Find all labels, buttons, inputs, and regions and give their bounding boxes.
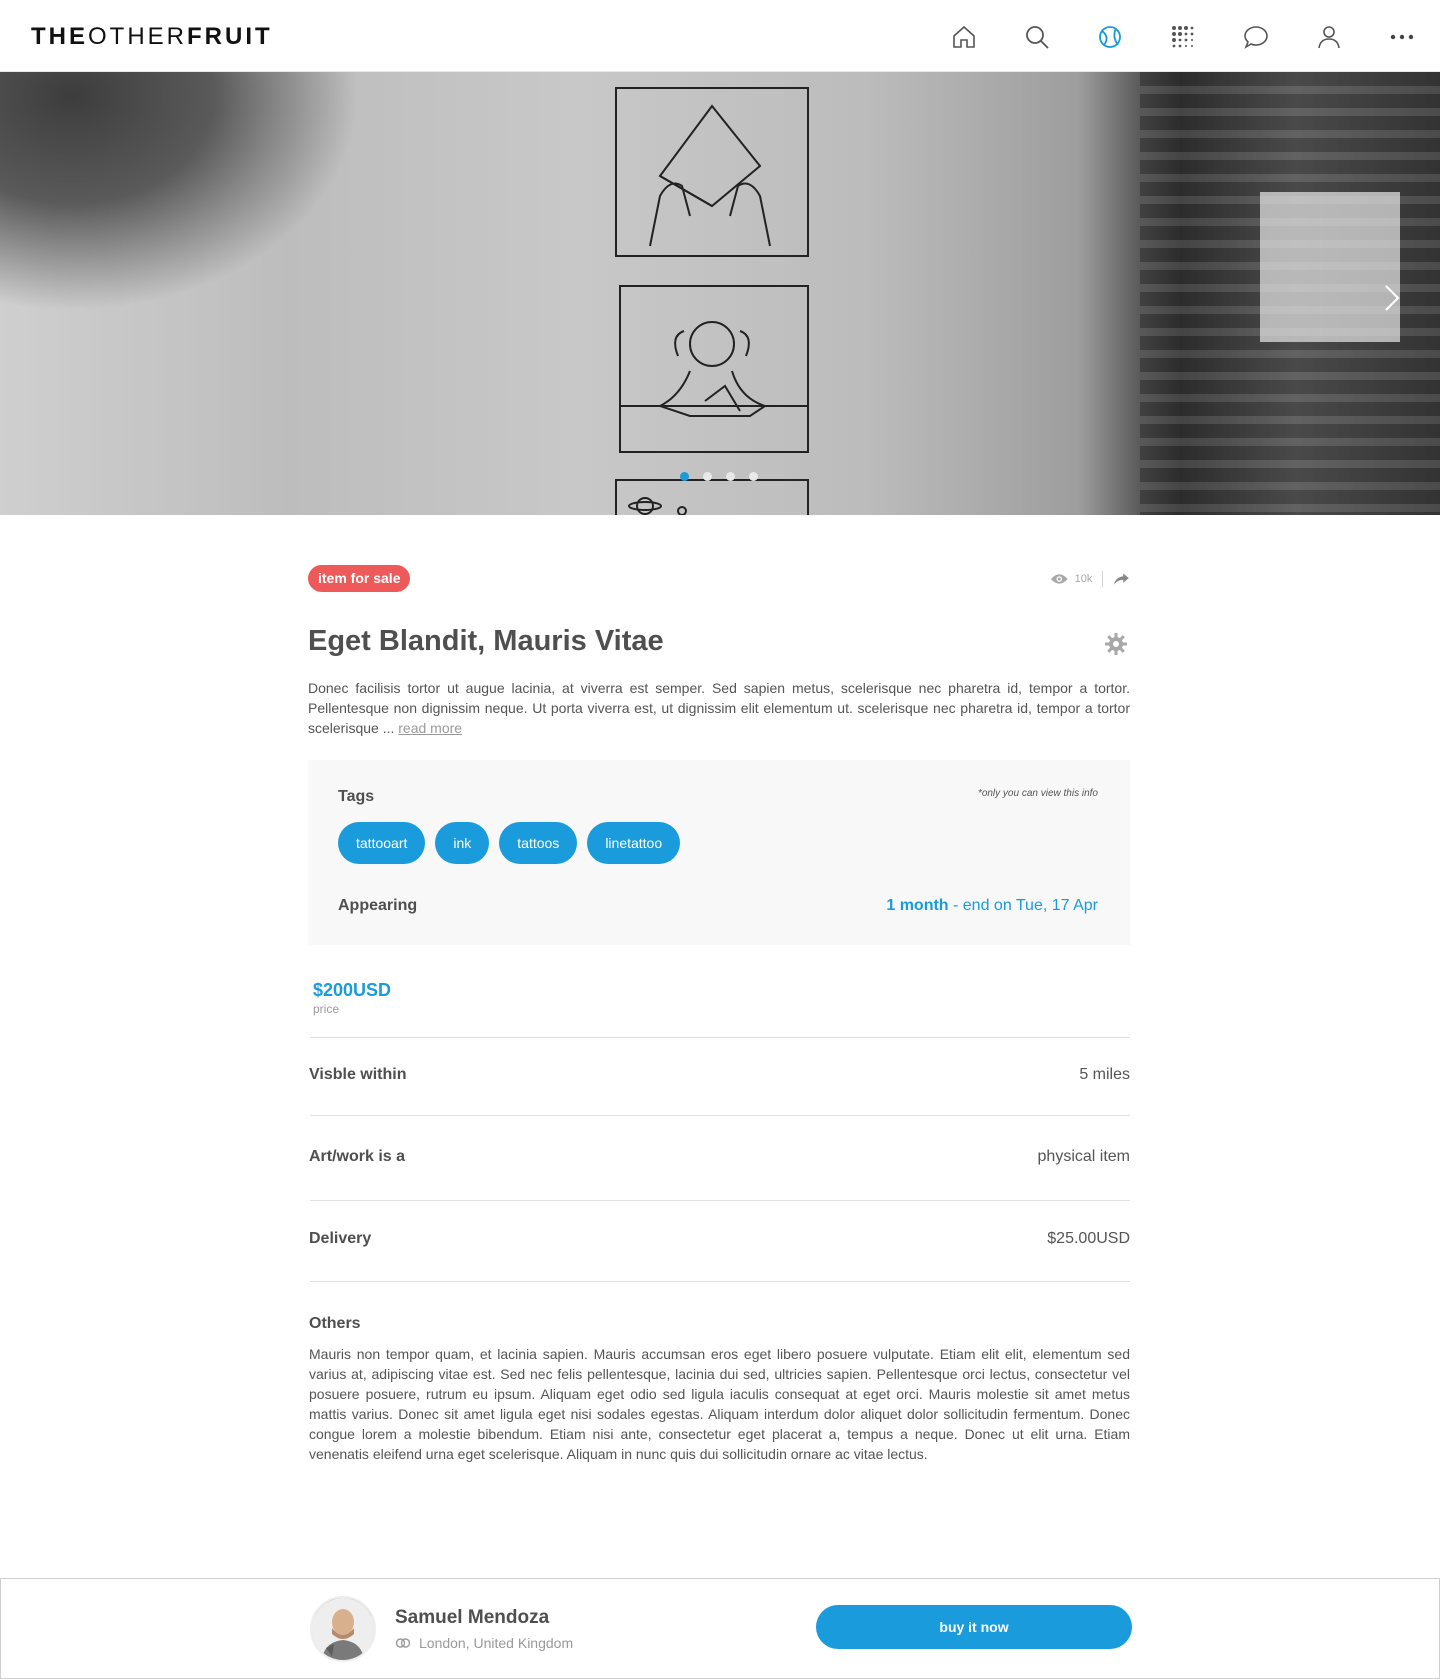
nav-home-button[interactable] [945, 18, 982, 55]
carousel-dot-4[interactable] [749, 472, 758, 481]
divider [310, 1200, 1130, 1201]
grid-dots-icon [1171, 25, 1193, 47]
tag-chip[interactable]: ink [435, 822, 490, 864]
seller-footer-bar: Samuel Mendoza London, United Kingdom bu… [0, 1578, 1440, 1679]
seller-avatar[interactable] [310, 1596, 376, 1662]
main-nav [945, 18, 1420, 55]
carousel-dot-2[interactable] [703, 472, 712, 481]
buy-now-button[interactable]: buy it now [816, 1605, 1132, 1649]
detail-value-delivery: $25.00USD [1047, 1230, 1130, 1247]
carousel-next-button[interactable] [1372, 278, 1412, 318]
app-logo[interactable]: THEOTHERFRUIT [31, 23, 273, 51]
private-info-note: *only you can view this info [977, 788, 1098, 799]
top-navigation-bar: THEOTHERFRUIT [0, 0, 1440, 72]
stats-divider [1102, 571, 1104, 587]
tag-list: tattooart ink tattoos linetattoo [338, 822, 681, 864]
tattoo-illustration [615, 87, 809, 515]
price-label: price [313, 1002, 340, 1016]
tag-chip[interactable]: tattooart [338, 822, 426, 864]
user-icon [1317, 25, 1340, 48]
share-icon[interactable] [1113, 572, 1130, 586]
nav-messages-button[interactable] [1237, 18, 1274, 55]
chat-bubble-icon [1243, 25, 1268, 49]
search-icon [1025, 25, 1049, 49]
nav-apps-button[interactable] [1164, 18, 1201, 55]
appearing-end-date: - end on Tue, 17 Apr [948, 897, 1098, 914]
chevron-right-icon [1385, 285, 1400, 311]
others-heading: Others [309, 1315, 361, 1332]
price-value: $200USD [313, 980, 392, 1000]
hero-photo-hair [0, 72, 360, 312]
nav-explore-button[interactable] [1091, 18, 1128, 55]
detail-label-artwork-type: Art/work is a [309, 1148, 406, 1165]
divider [310, 1037, 1130, 1038]
appearing-duration: 1 month [886, 897, 949, 914]
seller-location: London, United Kingdom [395, 1635, 573, 1651]
divider [310, 1115, 1130, 1116]
detail-value-artwork-type: physical item [1037, 1148, 1130, 1165]
status-badge: item for sale [308, 565, 411, 592]
detail-label-delivery: Delivery [309, 1230, 372, 1247]
others-text: Mauris non tempor quam, et lacinia sapie… [309, 1346, 1130, 1462]
seller-name[interactable]: Samuel Mendoza [395, 1607, 549, 1629]
more-icon [1390, 34, 1413, 39]
eye-icon [1050, 574, 1068, 584]
view-count: 10k [1074, 573, 1093, 585]
nav-search-button[interactable] [1018, 18, 1055, 55]
location-rings-icon [395, 1638, 411, 1648]
carousel-dot-1[interactable] [680, 472, 689, 481]
tags-heading: Tags [338, 788, 375, 805]
avatar-photo [312, 1598, 374, 1660]
appearing-period: 1 month - end on Tue, 17 Apr [886, 897, 1098, 915]
image-carousel[interactable] [0, 72, 1440, 515]
detail-value-visible-within: 5 miles [1079, 1066, 1130, 1083]
appearing-heading: Appearing [338, 897, 418, 914]
detail-label-visible-within: Visble within [309, 1066, 407, 1083]
hero-photo-window [1260, 192, 1400, 342]
listing-stats: 10k [1050, 569, 1130, 589]
home-icon [952, 25, 975, 48]
tag-chip[interactable]: linetattoo [587, 822, 681, 864]
divider [310, 1281, 1130, 1282]
carousel-dot-3[interactable] [726, 472, 735, 481]
nav-profile-button[interactable] [1310, 18, 1347, 55]
listing-title: Eget Blandit, Mauris Vitae [308, 625, 664, 657]
nav-more-button[interactable] [1383, 18, 1420, 55]
tag-chip[interactable]: tattoos [499, 822, 578, 864]
private-info-panel: Tags *only you can view this info tattoo… [308, 760, 1130, 945]
globe-icon [1098, 25, 1121, 48]
read-more-link[interactable]: read more [398, 720, 462, 736]
gear-icon[interactable] [1104, 632, 1128, 656]
seller-location-text: London, United Kingdom [419, 1635, 574, 1651]
carousel-pagination [680, 472, 758, 481]
listing-description: Donec facilisis tortor ut augue lacinia,… [308, 678, 1130, 738]
